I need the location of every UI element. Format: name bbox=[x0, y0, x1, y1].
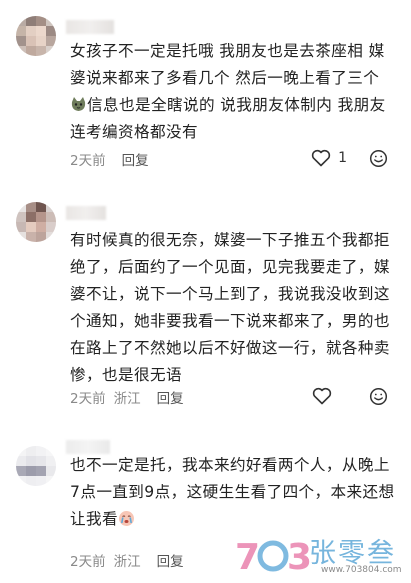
comment-text-part: 信息也是全瞎说的 说我朋友体制内 我朋友连考编资格都没有 bbox=[70, 96, 386, 141]
watermark-url: www.703804.com bbox=[321, 565, 402, 575]
watermark: 7 3 703 张零叁 www.703804.com bbox=[233, 529, 405, 579]
comment-meta: 2天前 回复 bbox=[70, 149, 149, 169]
reply-button[interactable]: 回复 bbox=[122, 149, 149, 169]
comment-time: 2天前 bbox=[70, 153, 106, 169]
avatar[interactable] bbox=[16, 202, 56, 242]
heart-icon[interactable] bbox=[311, 385, 333, 407]
reply-button[interactable]: 回复 bbox=[157, 387, 184, 407]
comment-time: 2天前 bbox=[70, 554, 106, 570]
comment-item: 女孩子不一定是托哦 我朋友也是去茶座相 媒婆说来都来了多看几个 然后一晚上看了三… bbox=[0, 0, 411, 180]
comment-actions bbox=[311, 385, 389, 407]
comment-text: 也不一定是托，我本来约好看两个人，从晚上7点一直到9点，这硬生生看了四个，本来还… bbox=[70, 452, 396, 533]
comment-time: 2天前 bbox=[70, 391, 106, 407]
avatar[interactable] bbox=[16, 446, 56, 486]
comment-text: 女孩子不一定是托哦 我朋友也是去茶座相 媒婆说来都来了多看几个 然后一晚上看了三… bbox=[70, 38, 396, 146]
cat-face-emoji-icon bbox=[70, 95, 87, 112]
smiley-icon[interactable] bbox=[367, 385, 389, 407]
comment-meta: 2天前 浙江 回复 bbox=[70, 550, 184, 570]
heart-icon[interactable] bbox=[310, 147, 332, 169]
comment-meta: 2天前 浙江 回复 bbox=[70, 387, 184, 407]
comment-location: 浙江 bbox=[113, 391, 141, 407]
crying-emoji-icon bbox=[118, 509, 135, 526]
username[interactable] bbox=[66, 20, 114, 34]
username[interactable] bbox=[66, 206, 106, 220]
like-count: 1 bbox=[338, 150, 347, 166]
smiley-icon[interactable] bbox=[367, 147, 389, 169]
comment-text: 有时候真的很无奈，媒婆一下子推五个我都拒绝了，后面约了一个见面，见完我要走了，媒… bbox=[70, 231, 390, 384]
watermark-logo-icon: 7 3 bbox=[235, 537, 312, 578]
comment-item: 有时候真的很无奈，媒婆一下子推五个我都拒绝了，后面约了一个见面，见完我要走了，媒… bbox=[0, 180, 411, 407]
comment-actions: 1 bbox=[310, 147, 389, 169]
reply-button[interactable]: 回复 bbox=[157, 550, 184, 570]
comment-location: 浙江 bbox=[113, 554, 141, 570]
avatar[interactable] bbox=[16, 16, 56, 56]
svg-text:7: 7 bbox=[235, 537, 260, 578]
comment-text-part: 女孩子不一定是托哦 我朋友也是去茶座相 媒婆说来都来了多看几个 然后一晚上看了三… bbox=[70, 42, 385, 87]
